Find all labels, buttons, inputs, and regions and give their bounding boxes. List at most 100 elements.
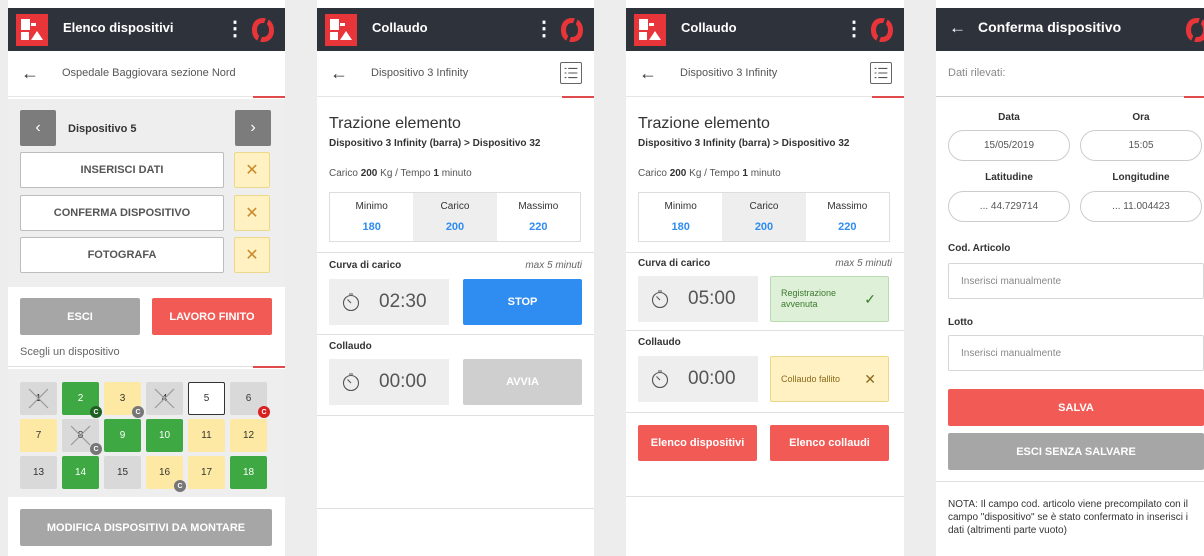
accent-line	[872, 96, 904, 98]
test-timer: 00:00	[329, 359, 449, 405]
lot-input[interactable]: Inserisci manualmente	[948, 335, 1204, 371]
max-value: 220	[529, 221, 548, 233]
device-cell-14[interactable]: 14	[62, 456, 99, 489]
divider	[317, 415, 594, 416]
device-number: 11	[201, 430, 212, 441]
device-cell-12[interactable]: 12	[230, 419, 267, 452]
device-number: 18	[242, 467, 255, 478]
device-number: 17	[200, 467, 213, 478]
min-label: Minimo	[355, 201, 388, 212]
device-list-button[interactable]: Elenco dispositivi	[638, 425, 757, 461]
date-field[interactable]: 15/05/2019	[948, 130, 1070, 161]
brand-logo-icon	[871, 16, 893, 44]
curve-time: 02:30	[379, 291, 427, 312]
curve-timer: 02:30	[329, 279, 449, 325]
chevron-left-icon[interactable]: ‹	[20, 110, 56, 146]
device-cell-13[interactable]: 13	[20, 456, 57, 489]
list-icon[interactable]	[560, 62, 582, 84]
badge: C	[258, 406, 270, 418]
start-button[interactable]: AVVIA	[463, 359, 582, 405]
curve-label: Curva di carico	[329, 260, 402, 271]
sub-header: ← Dispositivo 3 Infinity	[317, 51, 594, 98]
device-cell-18[interactable]: 18	[230, 456, 267, 489]
device-cell-4[interactable]: 4	[146, 382, 183, 415]
load-unit: Kg / Tempo	[380, 168, 431, 179]
device-cell-11[interactable]: 11	[188, 419, 225, 452]
load-label: Carico	[749, 201, 779, 212]
close-icon[interactable]: ✕	[234, 152, 270, 188]
close-icon[interactable]: ✕	[864, 371, 876, 388]
exit-button[interactable]: ESCI	[20, 298, 140, 335]
close-icon[interactable]: ✕	[234, 237, 270, 273]
device-cell-6[interactable]: 6 C	[230, 382, 270, 418]
chevron-right-icon[interactable]: ›	[235, 110, 271, 146]
time-unit: minuto	[750, 168, 781, 179]
test-failed-status: Collaudo fallito ✕	[770, 356, 889, 402]
device-path: Dispositivo 3 Infinity (barra) > Disposi…	[329, 138, 541, 149]
save-button[interactable]: SALVA	[948, 389, 1204, 426]
modify-devices-button[interactable]: MODIFICA DISPOSITIVI DA MONTARE	[20, 509, 272, 546]
test-time: 00:00	[688, 368, 736, 389]
back-arrow-icon[interactable]: ←	[639, 63, 657, 84]
enter-data-button[interactable]: INSERISCI DATI	[20, 152, 224, 188]
device-cell-10[interactable]: 10	[146, 419, 183, 452]
section-title: Dati rilevati:	[948, 67, 1006, 79]
device-cell-9[interactable]: 9	[104, 419, 141, 452]
divider	[936, 481, 1204, 482]
finish-work-button[interactable]: LAVORO FINITO	[152, 298, 272, 335]
device-subtitle: Dispositivo 3 Infinity	[371, 67, 469, 79]
test-list-button[interactable]: Elenco collaudi	[770, 425, 889, 461]
app-bar: Collaudo ⋮	[626, 8, 904, 51]
device-number: 15	[116, 467, 129, 478]
timer-icon	[342, 293, 360, 312]
load-value: 200	[669, 168, 687, 179]
kebab-menu-icon[interactable]: ⋮	[844, 17, 864, 41]
latitude-field[interactable]: ... 44.729714	[948, 191, 1070, 222]
photograph-button[interactable]: FOTOGRAFA	[20, 237, 224, 273]
device-label: Dispositivo 5	[68, 123, 137, 135]
back-arrow-icon[interactable]: ←	[330, 63, 348, 84]
list-icon[interactable]	[870, 62, 892, 84]
curve-max-label: max 5 minuti	[525, 260, 582, 271]
divider	[317, 252, 594, 253]
device-cell-16[interactable]: 16 C	[146, 456, 186, 492]
badge: C	[174, 480, 186, 492]
load-prefix: Carico	[329, 168, 358, 179]
device-cell-2[interactable]: 2 C	[62, 382, 102, 418]
test-label: Collaudo	[329, 341, 372, 352]
close-icon[interactable]: ✕	[234, 195, 270, 231]
curve-time: 05:00	[688, 288, 736, 309]
load-unit: Kg / Tempo	[689, 168, 740, 179]
kebab-menu-icon[interactable]: ⋮	[534, 17, 554, 41]
date-label: Data	[998, 112, 1020, 123]
time-value: 1	[742, 168, 748, 179]
max-column: Massimo 220	[806, 193, 889, 241]
device-cell-15[interactable]: 15	[104, 456, 141, 489]
back-arrow-icon[interactable]: ←	[949, 18, 966, 38]
confirm-device-button[interactable]: CONFERMA DISPOSITIVO	[20, 195, 224, 231]
brand-logo-icon	[561, 16, 583, 44]
divider	[317, 508, 594, 509]
test-failed-text: Collaudo fallito	[781, 373, 841, 384]
time-field[interactable]: 15:05	[1080, 130, 1202, 161]
accent-line	[562, 96, 594, 98]
device-cell-7[interactable]: 7	[20, 419, 57, 452]
exit-without-saving-button[interactable]: ESCI SENZA SALVARE	[948, 433, 1204, 470]
longitude-label: Longitudine	[1112, 172, 1170, 183]
curve-timer: 05:00	[638, 276, 758, 322]
device-number: 7	[35, 430, 42, 441]
stop-button[interactable]: STOP	[463, 279, 582, 325]
back-arrow-icon[interactable]: ←	[21, 63, 39, 84]
disabled-cross-icon	[28, 388, 49, 409]
longitude-field[interactable]: ... 11.004423	[1080, 191, 1202, 222]
app-logo-icon	[325, 14, 357, 46]
device-cell-1[interactable]: 1	[20, 382, 57, 415]
page-title: Collaudo	[372, 20, 428, 35]
device-cell-3[interactable]: 3 C	[104, 382, 144, 418]
article-code-input[interactable]: Inserisci manualmente	[948, 263, 1204, 299]
device-cell-5[interactable]: 5	[188, 382, 225, 415]
kebab-menu-icon[interactable]: ⋮	[225, 17, 245, 41]
device-cell-8[interactable]: 8 C	[62, 419, 102, 455]
device-cell-17[interactable]: 17	[188, 456, 225, 489]
lot-label: Lotto	[948, 317, 973, 328]
